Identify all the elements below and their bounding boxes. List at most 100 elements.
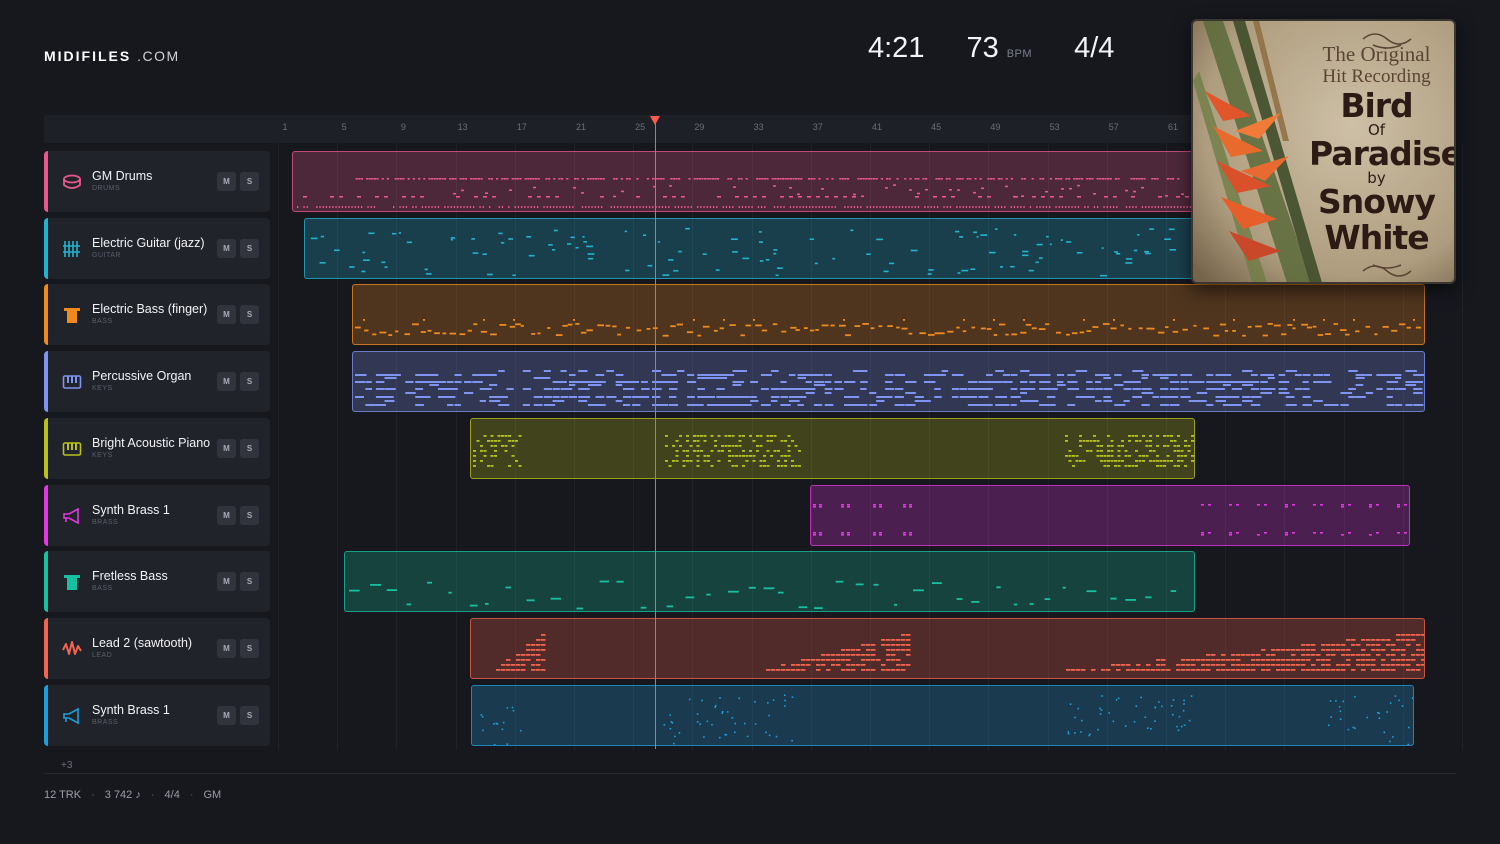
keys-icon <box>62 372 82 392</box>
solo-button[interactable]: S <box>240 438 259 458</box>
track-category: BASS <box>92 585 113 593</box>
track-name[interactable]: Percussive Organ <box>92 369 191 383</box>
mute-button[interactable]: M <box>217 372 236 392</box>
track-category: BRASS <box>92 718 119 726</box>
ruler-bar-number: 25 <box>635 122 646 132</box>
more-tracks-label[interactable]: +3 <box>61 760 72 771</box>
cover-artist2: White <box>1324 218 1429 257</box>
track-header[interactable]: Fretless Bass BASS M S <box>44 551 270 613</box>
cover-line1: The Original <box>1322 42 1431 66</box>
clip-notes <box>473 434 1194 467</box>
midi-clip[interactable] <box>810 484 1410 546</box>
track-name[interactable]: Bright Acoustic Piano <box>92 436 210 450</box>
track-color-stripe <box>44 217 48 279</box>
mute-button[interactable]: M <box>217 438 236 458</box>
footer-meter: 4/4 <box>164 789 180 801</box>
playhead[interactable] <box>655 121 656 749</box>
clip-notes <box>481 693 1414 745</box>
song-time: 4:21 <box>868 32 925 64</box>
ruler-bar-number: 37 <box>812 122 823 132</box>
track-header[interactable]: Electric Guitar (jazz) GUITAR M S <box>44 217 270 279</box>
track-header[interactable]: Bright Acoustic Piano KEYS M S <box>44 417 270 479</box>
track-color-stripe <box>44 284 48 346</box>
clip-notes <box>496 633 1424 671</box>
track-count: 12 TRK <box>44 789 82 801</box>
clip-notes <box>349 580 1177 610</box>
mute-button[interactable]: M <box>217 638 236 658</box>
footer-divider <box>44 773 1456 774</box>
solo-button[interactable]: S <box>240 372 259 392</box>
transport-display: 4:21 73 BPM 4/4 <box>868 32 1114 72</box>
mute-button[interactable]: M <box>217 572 236 592</box>
track-name[interactable]: Electric Guitar (jazz) <box>92 236 205 250</box>
mute-button[interactable]: M <box>217 505 236 525</box>
solo-button[interactable]: S <box>240 505 259 525</box>
app-logo: MIDIFILES .COM <box>44 48 180 64</box>
track-color-stripe <box>44 617 48 679</box>
ruler-bar-number: 41 <box>871 122 883 132</box>
logo-light: .COM <box>137 48 180 64</box>
midi-clip[interactable] <box>344 551 1196 613</box>
track-header[interactable]: Percussive Organ KEYS M S <box>44 351 270 413</box>
track-header[interactable]: Synth Brass 1 BRASS M S <box>44 484 270 546</box>
mute-button[interactable]: M <box>217 705 236 725</box>
track-color-stripe <box>44 417 48 479</box>
track-category: KEYS <box>92 385 113 393</box>
track-category: DRUMS <box>92 185 121 192</box>
track-category: BASS <box>92 318 113 326</box>
ruler-bar-number: 29 <box>694 122 705 132</box>
track-name[interactable]: Lead 2 (sawtooth) <box>92 636 192 650</box>
track-header[interactable]: GM Drums DRUMS M S <box>44 151 270 212</box>
cover-title1: Bird <box>1340 86 1413 125</box>
solo-button[interactable]: S <box>240 572 259 592</box>
mute-button[interactable]: M <box>217 305 236 325</box>
midi-clip[interactable] <box>470 417 1196 479</box>
mute-button[interactable]: M <box>217 172 236 191</box>
track-color-stripe <box>44 151 48 212</box>
track-header[interactable]: Electric Bass (finger) BASS M S <box>44 284 270 346</box>
midi-clip[interactable] <box>351 284 1425 346</box>
clip-notes <box>354 319 1421 337</box>
solo-button[interactable]: S <box>240 638 259 658</box>
track-header[interactable]: Lead 2 (sawtooth) LEAD M S <box>44 617 270 679</box>
track-name[interactable]: GM Drums <box>92 169 152 183</box>
ruler-bar-number: 13 <box>457 122 468 132</box>
track-name[interactable]: Synth Brass 1 <box>92 503 170 517</box>
drum-icon <box>62 172 82 192</box>
cover-title2: Paradise <box>1309 134 1456 173</box>
lead-wave-icon <box>62 639 82 659</box>
midi-clip[interactable] <box>470 617 1425 679</box>
track-category: KEYS <box>92 451 113 459</box>
solo-button[interactable]: S <box>240 305 259 325</box>
ruler-bar-number: 5 <box>341 122 347 132</box>
solo-button[interactable]: S <box>240 705 259 725</box>
mute-button[interactable]: M <box>217 238 236 258</box>
track-header[interactable]: Synth Brass 1 BRASS M S <box>44 684 270 746</box>
solo-button[interactable]: S <box>240 238 259 258</box>
track-name[interactable]: Electric Bass (finger) <box>92 302 207 316</box>
footer-stats: 12 TRK · 3 742 ♪ · 4/4 · GM <box>44 789 222 801</box>
ruler-bar-number: 57 <box>1108 122 1119 132</box>
tempo-unit: BPM <box>1006 48 1033 60</box>
ruler-bar-number: 1 <box>282 122 288 132</box>
album-cover-text: The Original Hit Recording Bird Of Parad… <box>1309 42 1456 257</box>
brass-icon <box>62 706 82 726</box>
track-name[interactable]: Fretless Bass <box>92 569 168 583</box>
brass-icon <box>62 506 82 526</box>
midi-clip[interactable] <box>351 351 1425 413</box>
track-name[interactable]: Synth Brass 1 <box>92 703 170 717</box>
clip-notes <box>354 370 1424 407</box>
solo-button[interactable]: S <box>240 172 259 191</box>
midi-clip[interactable] <box>471 684 1415 746</box>
ruler-bar-number: 45 <box>931 122 942 132</box>
cover-line2: Hit Recording <box>1322 66 1431 87</box>
track-color-stripe <box>44 351 48 413</box>
tempo-value: 73 <box>966 32 999 64</box>
ruler-bar-number: 21 <box>575 122 587 132</box>
guitar-icon <box>62 239 82 259</box>
track-category: LEAD <box>92 651 113 659</box>
bass-icon <box>62 305 82 325</box>
track-category: BRASS <box>92 518 119 526</box>
grid-line <box>278 143 279 750</box>
ruler-bar-number: 61 <box>1167 122 1179 132</box>
